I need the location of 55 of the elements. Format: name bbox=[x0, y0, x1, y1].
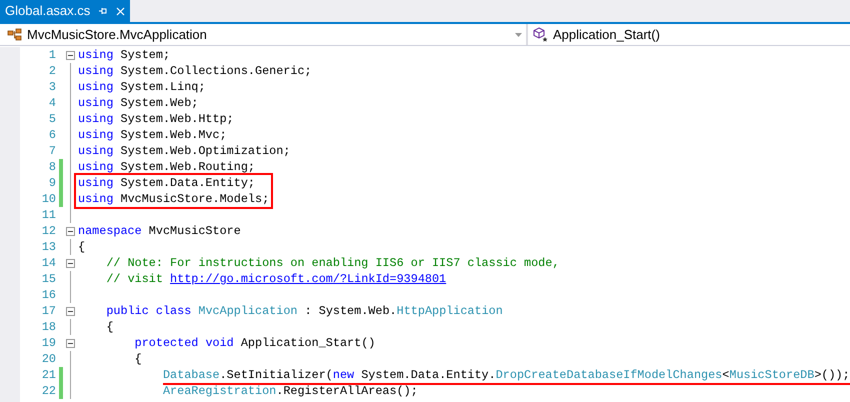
collapse-icon[interactable] bbox=[66, 50, 75, 60]
class-icon bbox=[7, 28, 23, 42]
code-line: using System.Web; bbox=[78, 95, 198, 111]
line-number: 2 bbox=[48, 63, 56, 79]
member-dropdown[interactable]: Application_Start() bbox=[528, 24, 850, 45]
code-line: protected void Application_Start() bbox=[134, 335, 376, 351]
code-line: using System.Collections.Generic; bbox=[78, 63, 312, 79]
code-line: using System; bbox=[78, 47, 170, 63]
code-line: using System.Web.Mvc; bbox=[78, 127, 227, 143]
code-line: { bbox=[106, 319, 114, 335]
line-number: 12 bbox=[42, 223, 56, 239]
code-line: using System.Linq; bbox=[78, 79, 206, 95]
collapse-icon[interactable] bbox=[66, 306, 75, 316]
code-line: // Note: For instructions on enabling IIS6 or IIS7 classic mode, bbox=[106, 255, 560, 271]
code-line: { bbox=[78, 239, 86, 255]
line-number: 15 bbox=[42, 271, 56, 287]
line-number: 10 bbox=[42, 191, 56, 207]
collapse-icon[interactable] bbox=[66, 226, 75, 236]
line-number: 5 bbox=[48, 111, 56, 127]
line-number: 17 bbox=[42, 303, 56, 319]
line-number: 13 bbox=[42, 239, 56, 255]
line-number: 6 bbox=[48, 127, 56, 143]
code-line: using System.Web.Optimization; bbox=[78, 143, 290, 159]
line-number: 8 bbox=[48, 159, 56, 175]
dropdown-arrow-icon[interactable] bbox=[515, 32, 522, 36]
collapse-icon[interactable] bbox=[66, 258, 75, 268]
line-number: 11 bbox=[42, 207, 56, 223]
code-line: Database.SetInitializer(new System.Data.Entity.DropCreateDatabaseIfModelChanges<MusicStoreDB>()); bbox=[162, 367, 850, 383]
code-line: using System.Data.Entity; bbox=[78, 175, 255, 191]
code-line: using System.Web.Http; bbox=[78, 111, 234, 127]
line-number: 16 bbox=[42, 287, 56, 303]
line-number: 22 bbox=[42, 383, 56, 399]
method-icon bbox=[533, 27, 549, 42]
line-number: 20 bbox=[42, 351, 56, 367]
code-line: { bbox=[134, 351, 142, 367]
collapse-icon[interactable] bbox=[66, 338, 75, 348]
code-line: namespace MvcMusicStore bbox=[78, 223, 241, 239]
line-number: 21 bbox=[42, 367, 56, 383]
code-line: // visit http://go.microsoft.com/?LinkId=9394801 bbox=[106, 271, 446, 287]
code-line: AreaRegistration.RegisterAllAreas(); bbox=[162, 383, 418, 399]
line-number: 18 bbox=[42, 319, 56, 335]
line-number: 19 bbox=[42, 335, 56, 351]
line-number: 9 bbox=[48, 175, 56, 191]
line-number: 3 bbox=[48, 79, 56, 95]
line-number: 1 bbox=[48, 47, 56, 63]
pin-icon[interactable] bbox=[98, 6, 108, 16]
type-dropdown[interactable]: MvcMusicStore.MvcApplication bbox=[0, 24, 528, 45]
editor-tab[interactable]: Global.asax.cs bbox=[0, 0, 130, 22]
line-number: 7 bbox=[48, 143, 56, 159]
line-number: 4 bbox=[48, 95, 56, 111]
code-line: using System.Web.Routing; bbox=[78, 159, 255, 175]
line-number: 14 bbox=[42, 255, 56, 271]
code-line: using MvcMusicStore.Models; bbox=[78, 191, 270, 207]
close-icon[interactable] bbox=[116, 6, 126, 16]
code-line: public class MvcApplication : System.Web.HttpApplication bbox=[106, 303, 503, 319]
